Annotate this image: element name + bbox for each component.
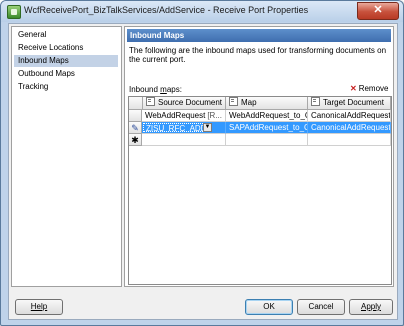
remove-button[interactable]: ✕ Remove [350,84,389,93]
document-schema-icon [146,97,155,106]
remove-label: Remove [358,84,389,93]
column-header-source-document[interactable]: Source Document [143,97,226,110]
pencil-edit-icon[interactable]: ✎ [129,122,142,134]
map-cell[interactable]: SAPAddRequest_to_Ca... [226,122,308,134]
source-document-cell[interactable] [142,134,226,146]
close-button[interactable]: ✕ [357,2,399,20]
inbound-maps-grid: Source Document Map Target Document WebA… [128,96,392,285]
nav-item-outbound-maps[interactable]: Outbound Maps [14,68,118,80]
ok-button[interactable]: OK [245,299,293,315]
settings-nav-list: General Receive Locations Inbound Maps O… [11,26,122,287]
apply-button[interactable]: Apply [349,299,393,315]
help-button[interactable]: Help [15,299,63,315]
grid-corner-header[interactable] [129,97,143,110]
target-document-cell[interactable] [308,134,391,146]
window-title: WcfReceivePort_BizTalkServices/AddServic… [24,5,309,15]
panel-header: Inbound Maps [127,29,391,42]
nav-item-general[interactable]: General [14,29,118,41]
inbound-maps-label: Inbound maps: [129,85,182,94]
column-header-target-document[interactable]: Target Document [308,97,391,110]
map-cell[interactable] [226,134,308,146]
chevron-down-icon[interactable]: ▼ [203,123,212,132]
nav-item-tracking[interactable]: Tracking [14,81,118,93]
column-header-map[interactable]: Map [226,97,308,110]
dialog-client-area: General Receive Locations Inbound Maps O… [8,23,398,320]
document-schema-icon [311,97,320,106]
table-row[interactable]: WebAddRequest[R... WebAddRequest_to_C...… [129,110,391,122]
nav-item-receive-locations[interactable]: Receive Locations [14,42,118,54]
properties-dialog: WcfReceivePort_BizTalkServices/AddServic… [0,0,404,326]
panel-description: The following are the inbound maps used … [129,46,387,64]
map-cell[interactable]: WebAddRequest_to_C... [226,110,308,122]
source-document-combobox[interactable]: ZISU_RFC_ADDR8c [143,123,207,132]
source-document-cell[interactable]: WebAddRequest [R... [142,110,226,122]
table-row-new[interactable]: ✱ [129,134,391,146]
inbound-maps-panel: Inbound Maps The following are the inbou… [124,26,394,287]
nav-item-inbound-maps[interactable]: Inbound Maps [14,55,118,67]
target-document-cell[interactable]: CanonicalAddRequest [308,110,391,122]
table-row-selected[interactable]: ✎ ZISU_RFC_ADDR8c ▼ SAPAddRequest_to_Ca.… [129,122,391,134]
source-document-cell[interactable]: ZISU_RFC_ADDR8c ▼ [142,122,226,134]
new-row-asterisk-icon[interactable]: ✱ [129,134,142,146]
remove-x-icon: ✕ [350,84,357,93]
map-icon [229,97,238,106]
row-header[interactable] [129,110,142,122]
title-bar[interactable]: WcfReceivePort_BizTalkServices/AddServic… [1,1,403,22]
target-document-cell[interactable]: CanonicalAddRequest [308,122,391,134]
cancel-button[interactable]: Cancel [297,299,345,315]
biztalk-app-icon [7,5,21,19]
